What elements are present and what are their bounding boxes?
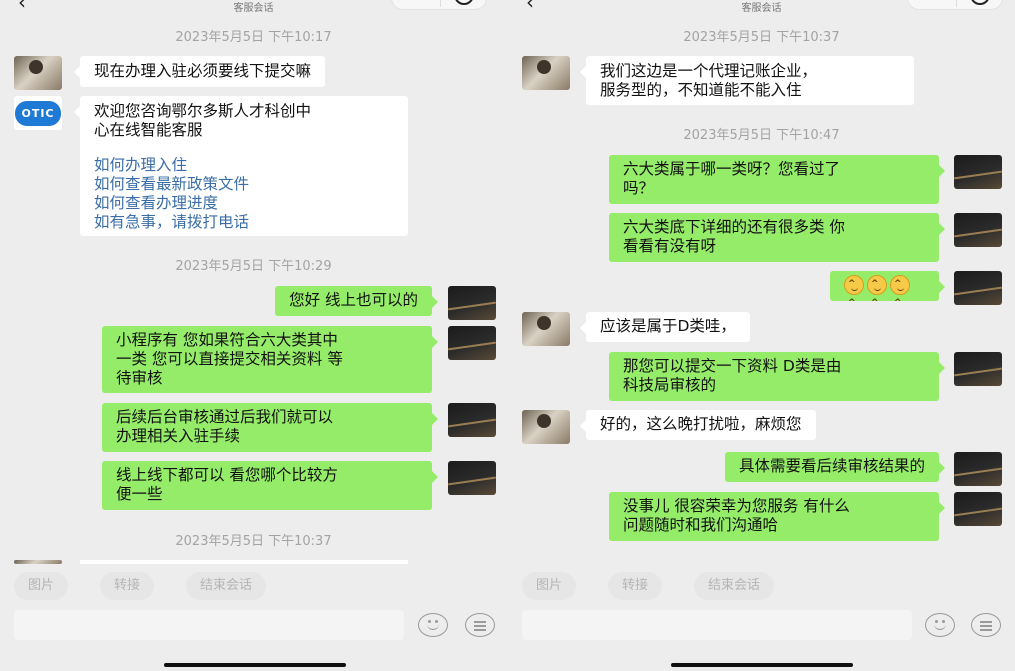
message-text: 线上线下都可以 看您哪个比较方 — [116, 466, 338, 484]
message-bubble-outgoing[interactable]: 六大类底下详细的还有很多类 你 看看有没有呀 — [609, 213, 945, 262]
message-text: 科技局审核的 — [623, 376, 717, 394]
message-text: 您好 线上也可以的 — [289, 291, 418, 309]
agent-avatar[interactable] — [954, 452, 1002, 486]
quick-action-bar: 图片 转接 结束会话 — [508, 572, 1015, 602]
smiley-emoji-icon — [867, 275, 887, 313]
message-text: 一类 您可以直接提交相关资料 等 — [116, 350, 343, 368]
message-bubble-incoming[interactable]: 应该是属于D类哇， — [580, 312, 750, 342]
emoji-icon[interactable] — [418, 613, 448, 637]
menu-icon[interactable] — [971, 613, 1001, 637]
capsule-divider — [440, 0, 441, 7]
agent-avatar[interactable] — [448, 286, 496, 320]
message-text: 待审核 — [116, 369, 163, 387]
timestamp: 2023年5月5日 下午10:37 — [175, 534, 332, 549]
message-text: 应该是属于D类哇， — [600, 317, 736, 335]
message-text: 小程序有 您如果符合六大类其中 — [116, 331, 338, 349]
agent-avatar[interactable] — [954, 271, 1002, 305]
agent-avatar[interactable] — [954, 155, 1002, 189]
message-bubble-incoming[interactable]: 我们这边是一个代理记账企业， 服务型的，不知道能不能入住 — [580, 56, 914, 105]
message-text: 问题随时和我们沟通哈 — [623, 516, 779, 534]
message-text: 具体需要看后续审核结果的 — [738, 457, 925, 475]
quick-action-transfer[interactable]: 转接 — [100, 572, 155, 600]
user-avatar[interactable] — [14, 56, 62, 90]
message-text: 办理相关入驻手续 — [116, 427, 241, 445]
quick-link-phone[interactable]: 如有急事，请拨打电话 — [94, 213, 394, 232]
welcome-text: 欢迎您咨询鄂尔多斯人才科创中 — [94, 102, 312, 120]
capsule-menu[interactable]: ··· — [907, 0, 1003, 10]
quick-action-transfer[interactable]: 转接 — [608, 572, 663, 600]
message-text: 我们这边是一个代理记账企业， — [600, 62, 818, 80]
message-bubble-outgoing[interactable]: 六大类属于哪一类呀？您看过了 吗？ — [609, 155, 945, 204]
capsule-menu[interactable]: ··· — [391, 0, 487, 10]
agent-avatar[interactable] — [448, 461, 496, 495]
quick-link-how-to-settle[interactable]: 如何办理入住 — [94, 156, 394, 175]
message-input[interactable] — [14, 610, 404, 640]
more-dots-icon[interactable]: ··· — [406, 0, 424, 2]
timestamp: 2023年5月5日 下午10:17 — [175, 30, 332, 45]
message-text: 六大类底下详细的还有很多类 你 — [623, 218, 845, 236]
timestamp: 2023年5月5日 下午10:47 — [683, 128, 840, 143]
agent-avatar[interactable] — [448, 326, 496, 360]
quick-link-progress[interactable]: 如何查看办理进度 — [94, 194, 394, 213]
quick-action-bar: 图片 转接 结束会话 — [0, 572, 507, 602]
user-avatar[interactable] — [522, 56, 570, 90]
agent-avatar[interactable] — [954, 352, 1002, 386]
message-bubble-outgoing[interactable]: 小程序有 您如果符合六大类其中 一类 您可以直接提交相关资料 等 待审核 — [102, 326, 438, 393]
quick-action-end-session[interactable]: 结束会话 — [694, 572, 775, 600]
service-logo-avatar[interactable]: OTIC — [14, 96, 62, 130]
agent-avatar[interactable] — [954, 492, 1002, 526]
message-bubble-outgoing[interactable]: 线上线下都可以 看您哪个比较方 便一些 — [102, 461, 438, 510]
message-input[interactable] — [522, 610, 912, 640]
quick-action-image[interactable]: 图片 — [522, 572, 577, 600]
smiley-emoji-icon — [844, 275, 864, 313]
welcome-text: 心在线智能客服 — [94, 121, 203, 139]
message-bubble-outgoing[interactable]: 没事儿 很容荣幸为您服务 有什么 问题随时和我们沟通哈 — [609, 492, 945, 541]
emoji-icon[interactable] — [925, 613, 955, 637]
message-text: 后续后台审核通过后我们就可以 — [116, 408, 334, 426]
message-text: 服务型的，不知道能不能入住 — [600, 81, 802, 99]
home-indicator — [164, 663, 346, 667]
menu-icon[interactable] — [465, 613, 495, 637]
message-bubble-incoming[interactable]: 好的，这么晚打扰啦，麻烦您 — [580, 410, 816, 440]
message-bubble-incoming[interactable]: 现在办理入驻必须要线下提交嘛 — [73, 56, 326, 87]
message-bubble-outgoing[interactable]: 具体需要看后续审核结果的 — [724, 452, 946, 482]
target-icon[interactable] — [454, 0, 474, 5]
more-dots-icon[interactable]: ··· — [922, 0, 940, 2]
message-text: 便一些 — [116, 485, 163, 503]
top-bar: ‹ 客服会话 ··· — [0, 0, 507, 14]
chat-panel-left: ‹ 客服会话 ··· 2023年5月5日 下午10:17 现在办理入驻必须要线下… — [0, 0, 507, 671]
emoji-message-bubble[interactable] — [830, 271, 945, 313]
timestamp: 2023年5月5日 下午10:37 — [683, 30, 840, 45]
quick-action-end-session[interactable]: 结束会话 — [186, 572, 267, 600]
message-bubble-outgoing[interactable]: 那您可以提交一下资料 D类是由 科技局审核的 — [609, 352, 945, 401]
timestamp: 2023年5月5日 下午10:29 — [175, 259, 332, 274]
message-text: 六大类属于哪一类呀？您看过了 — [623, 160, 841, 178]
user-avatar — [14, 560, 62, 564]
target-icon[interactable] — [970, 0, 990, 5]
quick-action-image[interactable]: 图片 — [14, 572, 69, 600]
message-bubble-outgoing[interactable]: 后续后台审核通过后我们就可以 办理相关入驻手续 — [102, 403, 438, 452]
message-text: 现在办理入驻必须要线下提交嘛 — [94, 62, 312, 80]
agent-avatar[interactable] — [448, 403, 496, 437]
top-bar: ‹ 客服会话 ··· — [508, 0, 1015, 14]
welcome-bubble: 欢迎您咨询鄂尔多斯人才科创中 心在线智能客服 如何办理入住 如何查看最新政策文件… — [74, 96, 408, 236]
agent-avatar[interactable] — [954, 213, 1002, 247]
user-avatar[interactable] — [522, 312, 570, 346]
home-indicator — [671, 663, 853, 667]
smiley-emoji-icon — [890, 275, 910, 313]
message-text: 没事儿 很容荣幸为您服务 有什么 — [623, 497, 850, 515]
quick-link-policy-files[interactable]: 如何查看最新政策文件 — [94, 175, 394, 194]
message-bubble-incoming — [80, 560, 408, 564]
capsule-divider — [956, 0, 957, 7]
message-text: 好的，这么晚打扰啦，麻烦您 — [600, 415, 802, 433]
message-text: 那您可以提交一下资料 D类是由 — [623, 357, 842, 375]
chat-panel-right: ‹ 客服会话 ··· 2023年5月5日 下午10:37 我们这边是一个代理记账… — [508, 0, 1015, 671]
otic-logo: OTIC — [15, 101, 61, 126]
message-text: 吗？ — [623, 179, 655, 197]
user-avatar[interactable] — [522, 410, 570, 444]
message-bubble-outgoing[interactable]: 您好 线上也可以的 — [275, 286, 438, 316]
message-text: 看看有没有呀 — [623, 237, 717, 255]
